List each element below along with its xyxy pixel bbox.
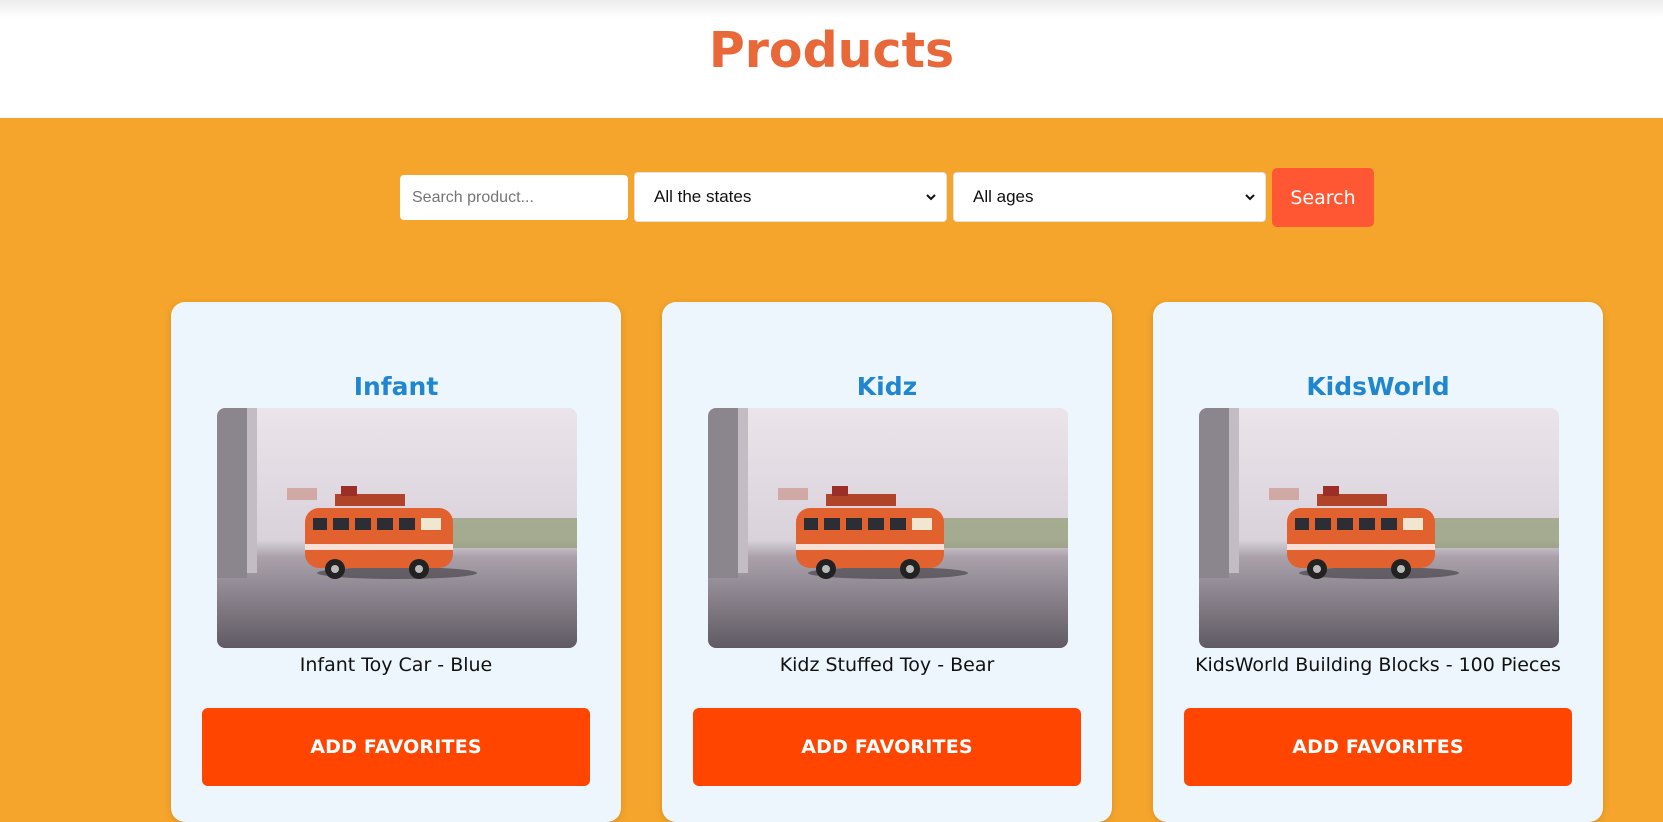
product-name: Infant Toy Car - Blue: [299, 654, 493, 676]
search-input[interactable]: [400, 175, 628, 220]
state-select-value: All the states: [654, 187, 752, 206]
product-card: Infant Infant Toy Car - Blue ADD FAVORIT: [171, 302, 621, 822]
product-card: KidsWorld KidsWorld Building Blocks - 10…: [1153, 302, 1603, 822]
state-select[interactable]: All the states: [634, 172, 947, 222]
product-brand: Infant: [353, 372, 439, 401]
product-card: Kidz Kidz Stuffed Toy - Bear ADD FAVORIT: [662, 302, 1112, 822]
product-image: [1199, 408, 1559, 648]
add-favorites-button[interactable]: ADD FAVORITES: [1184, 708, 1572, 786]
product-name: KidsWorld Building Blocks - 100 Pieces: [1195, 654, 1561, 676]
product-name: Kidz Stuffed Toy - Bear: [779, 654, 995, 676]
age-select[interactable]: All ages: [953, 172, 1266, 222]
chevron-down-icon: [1245, 194, 1255, 201]
search-button[interactable]: Search: [1272, 168, 1374, 227]
product-image: [217, 408, 577, 648]
chevron-down-icon: [926, 194, 936, 201]
product-brand: KidsWorld: [1306, 372, 1450, 401]
add-favorites-button[interactable]: ADD FAVORITES: [693, 708, 1081, 786]
product-brand: Kidz: [856, 372, 918, 401]
add-favorites-button[interactable]: ADD FAVORITES: [202, 708, 590, 786]
page-title: Products: [708, 22, 955, 79]
product-image: [708, 408, 1068, 648]
page-header: Products: [0, 0, 1663, 118]
age-select-value: All ages: [973, 187, 1034, 206]
